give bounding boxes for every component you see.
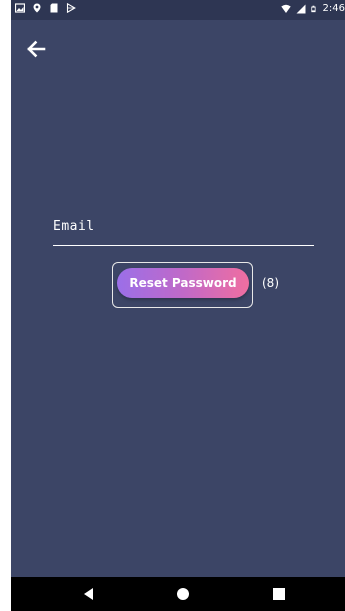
- image-icon: [15, 3, 25, 13]
- system-navigation-bar: [11, 577, 345, 611]
- reset-password-button[interactable]: Reset Password: [117, 268, 249, 298]
- wifi-icon: [280, 4, 291, 13]
- location-pin-icon: [33, 3, 41, 13]
- home-circle-icon[interactable]: [175, 586, 191, 602]
- back-arrow-icon[interactable]: [25, 38, 47, 60]
- sd-card-icon: [50, 3, 58, 13]
- recents-square-icon[interactable]: [271, 586, 287, 602]
- play-store-icon: [66, 3, 76, 13]
- back-triangle-icon[interactable]: [81, 586, 97, 602]
- status-bar-time: 2:46: [322, 3, 345, 14]
- signal-icon: [296, 4, 306, 14]
- element-index-label: (8): [262, 276, 279, 290]
- battery-icon: [310, 5, 316, 13]
- app-screen: 2:46 Email Reset Password (8): [11, 0, 345, 611]
- status-bar-right-icons: 2:46: [280, 3, 345, 15]
- status-bar-left-icons: [15, 3, 76, 13]
- email-field[interactable]: Email: [53, 214, 314, 246]
- email-placeholder: Email: [53, 219, 95, 234]
- status-bar: 2:46: [11, 0, 345, 20]
- email-underline: [53, 245, 314, 246]
